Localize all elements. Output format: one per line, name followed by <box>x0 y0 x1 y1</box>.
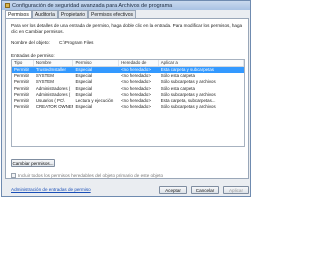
column-header-nombre[interactable]: Nombre <box>34 60 74 66</box>
column-header-tipo[interactable]: Tipo <box>12 60 34 66</box>
title-bar[interactable]: Configuración de seguridad avanzada para… <box>2 1 250 10</box>
cell-permiso: Especial <box>75 104 93 110</box>
table-row[interactable]: Permitir CREATOR OWNER Especial <no here… <box>12 104 244 110</box>
security-dialog: Configuración de seguridad avanzada para… <box>1 0 251 197</box>
cell-nombre: CREATOR OWNER <box>35 104 74 110</box>
object-name-row: Nombre del objeto: C:\Program Files <box>11 40 93 45</box>
entries-label: Entradas de permiso: <box>11 53 55 58</box>
change-permissions-button[interactable]: Cambiar permisos... <box>11 159 55 167</box>
cell-heredado: <no heredado> <box>121 104 151 110</box>
column-header-aplicar[interactable]: Aplicar a <box>159 60 244 66</box>
manage-entries-link[interactable]: Administración de entradas de permiso <box>11 187 91 192</box>
ok-button[interactable]: Aceptar <box>159 186 187 194</box>
window-title: Configuración de seguridad avanzada para… <box>12 2 173 9</box>
permission-entries-table[interactable]: Tipo Nombre Permiso Heredado de Aplicar … <box>11 59 245 147</box>
inherit-checkbox[interactable] <box>11 173 16 178</box>
inherit-checkbox-label: Incluir todos los permisos heredables de… <box>18 173 164 178</box>
tab-strip: Permisos Auditoría Propietario Permisos … <box>5 10 137 19</box>
inherit-permissions-option: Incluir todos los permisos heredables de… <box>11 173 163 178</box>
column-header-heredado[interactable]: Heredado de <box>119 60 159 66</box>
column-header-permiso[interactable]: Permiso <box>73 60 120 66</box>
cancel-button[interactable]: Cancelar <box>191 186 219 194</box>
permissions-panel: Para ver los detalles de una entrada de … <box>5 18 249 192</box>
tab-permisos-efectivos[interactable]: Permisos efectivos <box>88 10 137 18</box>
tab-propietario[interactable]: Propietario <box>57 10 89 18</box>
description-text: Para ver los detalles de una entrada de … <box>11 23 243 34</box>
cell-tipo: Permitir <box>14 104 30 110</box>
folder-icon <box>5 3 10 8</box>
tab-auditoria[interactable]: Auditoría <box>31 10 58 18</box>
table-header: Tipo Nombre Permiso Heredado de Aplicar … <box>12 60 244 67</box>
object-name-value: C:\Program Files <box>59 40 94 45</box>
apply-button[interactable]: Aplicar <box>223 186 249 194</box>
cell-aplicar: Sólo subcarpetas y archivos <box>160 104 216 110</box>
object-name-label: Nombre del objeto: <box>11 40 50 45</box>
